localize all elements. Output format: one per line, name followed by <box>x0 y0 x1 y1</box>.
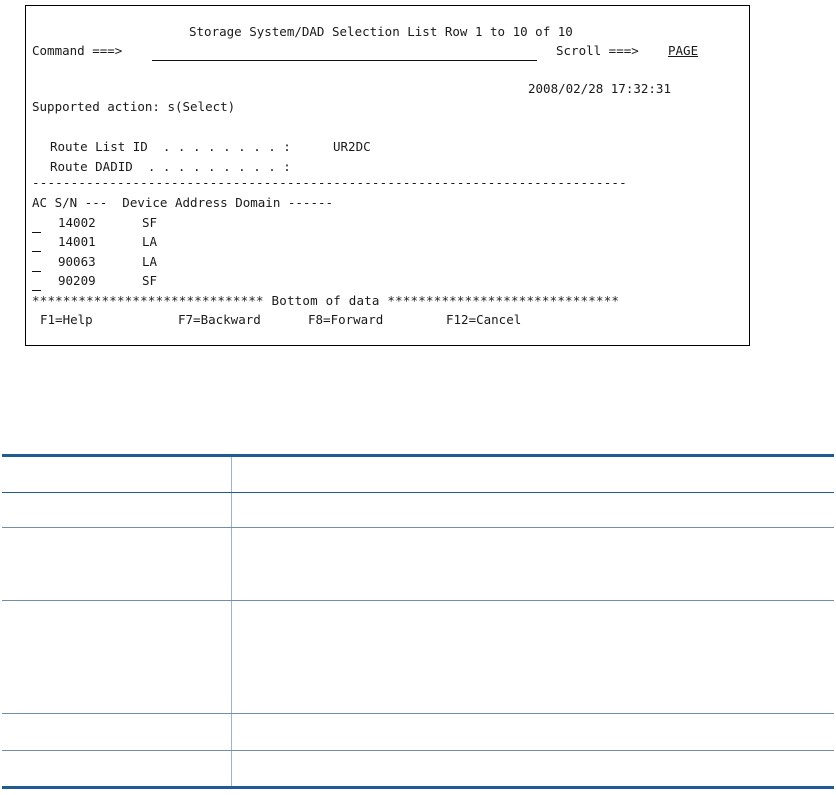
route-list-id-label: Route List ID . . . . . . . . : <box>50 139 291 154</box>
table-cell <box>2 713 232 751</box>
route-list-id-value: UR2DC <box>333 139 371 154</box>
row-serial-number: 90063 <box>58 254 96 269</box>
table-cell <box>2 527 232 601</box>
table-cell <box>231 492 834 528</box>
row-action-field[interactable] <box>30 215 44 233</box>
f8-forward-key[interactable]: F8=Forward <box>308 313 383 327</box>
table-row <box>2 713 834 751</box>
row-action-field[interactable] <box>30 273 44 291</box>
command-input[interactable] <box>152 41 537 61</box>
table-row <box>2 492 834 528</box>
row-domain: LA <box>142 234 158 249</box>
row-serial-number: 90209 <box>58 273 96 288</box>
bottom-of-data-banner: ****************************** Bottom of… <box>32 293 620 308</box>
table-header-cell <box>231 454 834 493</box>
table-cell <box>2 492 232 528</box>
table-cell <box>231 713 834 751</box>
row-action-underline <box>32 232 41 233</box>
supported-action: Supported action: s(Select) <box>32 99 236 114</box>
row-serial-number: 14001 <box>58 234 96 249</box>
route-dadid-label: Route DADID . . . . . . . . . : <box>50 159 291 174</box>
screen-title: Storage System/DAD Selection List Row 1 … <box>189 24 573 39</box>
table-row <box>2 600 834 714</box>
scroll-amount-field[interactable]: PAGE <box>668 44 698 58</box>
row-action-underline <box>32 271 41 272</box>
row-action-field[interactable] <box>30 234 44 252</box>
column-header: AC S/N --- Device Address Domain ------ <box>32 195 334 210</box>
terminal-screen: Storage System/DAD Selection List Row 1 … <box>25 5 750 346</box>
timestamp: 2008/02/28 17:32:31 <box>528 81 671 96</box>
f12-cancel-key[interactable]: F12=Cancel <box>446 313 521 327</box>
table-header-cell <box>2 454 232 493</box>
row-action-underline <box>32 290 41 291</box>
description-table <box>2 454 834 789</box>
row-action-underline <box>32 251 41 252</box>
table-header-row <box>2 454 834 493</box>
row-domain: LA <box>142 254 158 269</box>
table-cell <box>2 600 232 714</box>
table-cell <box>231 527 834 601</box>
row-serial-number: 14002 <box>58 215 96 230</box>
scroll-label: Scroll ===> <box>556 43 639 58</box>
table-row <box>2 527 834 601</box>
table-cell <box>231 750 834 789</box>
f1-help-key[interactable]: F1=Help <box>40 313 93 327</box>
row-domain: SF <box>142 273 158 288</box>
command-label: Command ===> <box>32 43 123 58</box>
table-cell <box>2 750 232 789</box>
row-action-field[interactable] <box>30 254 44 272</box>
f7-backward-key[interactable]: F7=Backward <box>178 313 261 327</box>
table-row <box>2 750 834 789</box>
row-domain: SF <box>142 215 158 230</box>
table-cell <box>231 600 834 714</box>
separator-line: ----------------------------------------… <box>32 175 627 190</box>
